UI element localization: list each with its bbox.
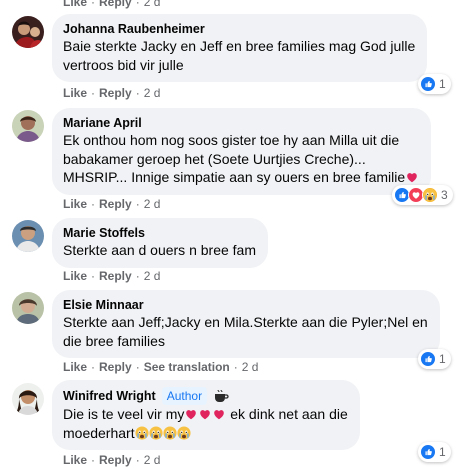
- comment-timestamp[interactable]: 2 d: [144, 196, 161, 212]
- comment-text-line: Sterkte aan Jeff;Jacky en Mila.Sterkte a…: [63, 314, 428, 330]
- like-reaction-icon: [420, 76, 436, 92]
- comment-actions-top: Like · Reply · 2 d: [63, 0, 160, 10]
- comment-text-line: Ek onthou hom nog soos gister toe hy aan…: [63, 132, 400, 148]
- comment-actions: Like · Reply · 2 d: [63, 452, 160, 468]
- reply-link[interactable]: Reply: [99, 452, 132, 468]
- separator: ·: [91, 453, 96, 467]
- sad-reaction-icon: [422, 187, 438, 203]
- avatar[interactable]: [12, 16, 44, 48]
- like-reaction-icon: [420, 351, 436, 367]
- separator: ·: [135, 453, 140, 467]
- reaction-summary[interactable]: 1: [418, 349, 451, 369]
- crying-face-icon: [177, 426, 191, 440]
- comment-text-line: die bree families: [63, 332, 165, 349]
- commenter-name[interactable]: Johanna Raubenheimer: [63, 21, 415, 37]
- like-link[interactable]: Like: [63, 452, 87, 468]
- comment-actions: Like · Reply · 2 d: [63, 85, 160, 101]
- like-link[interactable]: Like: [63, 196, 87, 212]
- separator: ·: [91, 269, 96, 283]
- commenter-name[interactable]: Mariane April: [63, 115, 419, 131]
- separator: ·: [91, 86, 96, 100]
- comment-bubble: Johanna Raubenheimer Baie sterkte Jacky …: [52, 14, 428, 82]
- separator: ·: [135, 197, 140, 211]
- avatar[interactable]: [12, 220, 44, 252]
- comment-actions: Like · Reply · 2 d: [63, 268, 160, 284]
- reply-link[interactable]: Reply: [99, 85, 132, 101]
- separator: ·: [135, 269, 140, 283]
- comment-text-line: moederhart: [63, 424, 348, 443]
- comment-timestamp[interactable]: 2 d: [144, 452, 161, 468]
- comment-text-line: Baie sterkte Jacky en Jeff en bree famil…: [63, 38, 416, 54]
- red-heart-icon: [405, 170, 419, 184]
- comment-actions: Like · Reply · See translation · 2 d: [63, 359, 258, 375]
- comment-text-line: Die is te veel vir my ek dink net aan di…: [63, 406, 348, 422]
- comment-actions: Like · Reply · 2 d: [63, 196, 160, 212]
- comment-text-line: Sterkte aan d ouers n bree fam: [63, 242, 256, 258]
- reaction-count: 1: [439, 352, 446, 366]
- reply-link[interactable]: Reply: [99, 359, 132, 375]
- avatar[interactable]: [12, 292, 44, 324]
- commenter-name[interactable]: Winifred Wright: [63, 388, 156, 404]
- comment-bubble: Mariane April Ek onthou hom nog soos gis…: [52, 108, 432, 195]
- separator: ·: [91, 197, 96, 211]
- broken-heart-icon: [212, 407, 226, 421]
- separator: ·: [233, 360, 238, 374]
- reaction-count: 1: [439, 77, 446, 91]
- like-reaction-icon: [420, 444, 436, 460]
- broken-heart-icon: [198, 407, 212, 421]
- reaction-summary[interactable]: 1: [418, 74, 451, 94]
- crying-face-icon: [135, 426, 149, 440]
- reply-link[interactable]: Reply: [99, 0, 132, 10]
- separator: ·: [91, 0, 96, 9]
- reaction-count: 1: [439, 445, 446, 459]
- reaction-summary[interactable]: 3: [392, 185, 453, 205]
- see-translation-link[interactable]: See translation: [144, 359, 230, 375]
- comment-bubble: Marie Stoffels Sterkte aan d ouers n bre…: [52, 218, 268, 268]
- separator: ·: [91, 360, 96, 374]
- comment-bubble: Winifred Wright Author Die is te veel vi…: [52, 380, 360, 450]
- reply-link[interactable]: Reply: [99, 268, 132, 284]
- comment-text-line: babakamer geroep het (Soete Uurtjies Cre…: [63, 150, 366, 167]
- coffee-cup-icon: [215, 389, 229, 402]
- crying-face-icon: [149, 426, 163, 440]
- author-badge: Author: [161, 387, 208, 405]
- comment-timestamp[interactable]: 2 d: [144, 268, 161, 284]
- separator: ·: [135, 0, 140, 9]
- like-link[interactable]: Like: [63, 0, 87, 10]
- comment-bubble: Elsie Minnaar Sterkte aan Jeff;Jacky en …: [52, 290, 440, 358]
- comment-text-line: MHSRIP... Innige simpatie aan sy ouers e…: [63, 168, 419, 187]
- comment-timestamp[interactable]: 2 d: [144, 0, 161, 10]
- comment-timestamp[interactable]: 2 d: [242, 359, 259, 375]
- like-link[interactable]: Like: [63, 85, 87, 101]
- commenter-name[interactable]: Elsie Minnaar: [63, 297, 428, 313]
- reaction-count: 3: [441, 188, 448, 202]
- crying-face-icon: [163, 426, 177, 440]
- like-link[interactable]: Like: [63, 359, 87, 375]
- avatar[interactable]: [12, 383, 44, 415]
- separator: ·: [135, 360, 140, 374]
- avatar[interactable]: [12, 110, 44, 142]
- commenter-name[interactable]: Marie Stoffels: [63, 225, 256, 241]
- reply-link[interactable]: Reply: [99, 196, 132, 212]
- reaction-summary[interactable]: 1: [418, 442, 451, 462]
- comment-text-line: vertroos bid vir julle: [63, 56, 184, 73]
- broken-heart-icon: [184, 407, 198, 421]
- commenter-name-row: Winifred Wright Author: [63, 387, 348, 405]
- separator: ·: [135, 86, 140, 100]
- comment-timestamp[interactable]: 2 d: [144, 85, 161, 101]
- like-link[interactable]: Like: [63, 268, 87, 284]
